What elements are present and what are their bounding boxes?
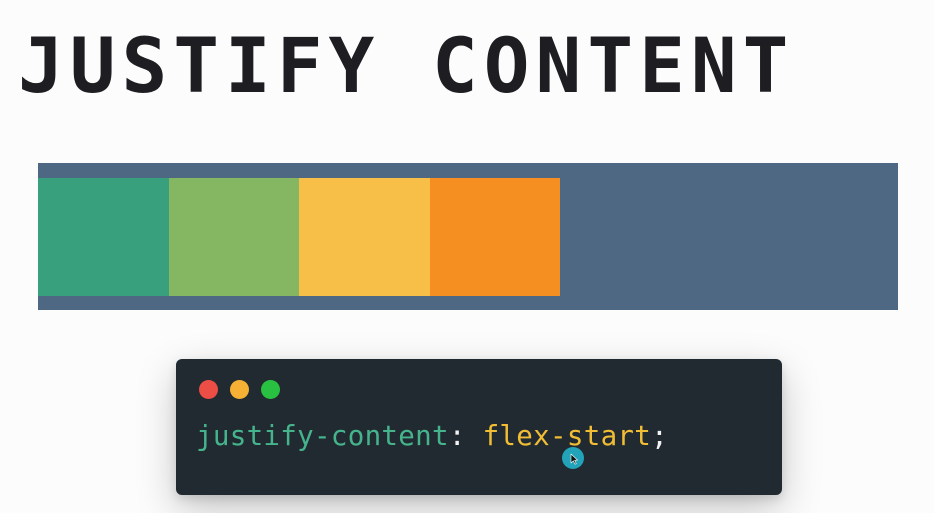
css-code-line: justify-content: flex-start; <box>196 417 668 455</box>
css-property: justify-content <box>196 420 449 452</box>
mouse-pointer-icon <box>562 447 584 469</box>
css-colon: : <box>448 420 466 452</box>
window-controls <box>199 380 280 399</box>
css-semicolon: ; <box>651 420 669 452</box>
flex-item-1 <box>38 177 169 296</box>
close-dot-icon[interactable] <box>199 380 218 399</box>
minimize-dot-icon[interactable] <box>230 380 249 399</box>
maximize-dot-icon[interactable] <box>261 380 280 399</box>
flex-item-2 <box>168 177 299 296</box>
code-window: justify-content: flex-start; <box>176 359 782 495</box>
flex-container-demo <box>38 163 898 310</box>
flex-item-4 <box>429 177 560 296</box>
page-title: JUSTIFY CONTENT <box>18 21 795 110</box>
flex-item-3 <box>299 177 430 296</box>
